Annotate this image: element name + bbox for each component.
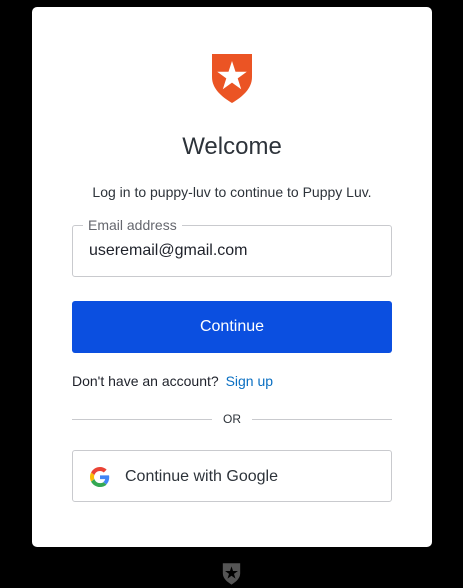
- signup-prompt: Don't have an account?: [72, 373, 219, 389]
- login-card: Welcome Log in to puppy-luv to continue …: [32, 7, 432, 547]
- divider-line-right: [252, 419, 392, 420]
- google-button-label: Continue with Google: [125, 468, 278, 485]
- google-icon: [90, 467, 110, 487]
- page-subtitle: Log in to puppy-luv to continue to Puppy…: [92, 184, 372, 200]
- signup-link[interactable]: Sign up: [226, 373, 273, 389]
- auth0-shield-icon: [212, 54, 252, 103]
- page-title: Welcome: [182, 133, 282, 160]
- email-input[interactable]: [73, 226, 391, 276]
- google-login-button[interactable]: Continue with Google: [72, 450, 392, 502]
- signup-row: Don't have an account? Sign up: [72, 373, 273, 389]
- continue-button[interactable]: Continue: [72, 301, 392, 353]
- auth0-footer-icon: [222, 563, 241, 585]
- or-divider: OR: [72, 411, 392, 427]
- email-field[interactable]: Email address: [72, 217, 392, 277]
